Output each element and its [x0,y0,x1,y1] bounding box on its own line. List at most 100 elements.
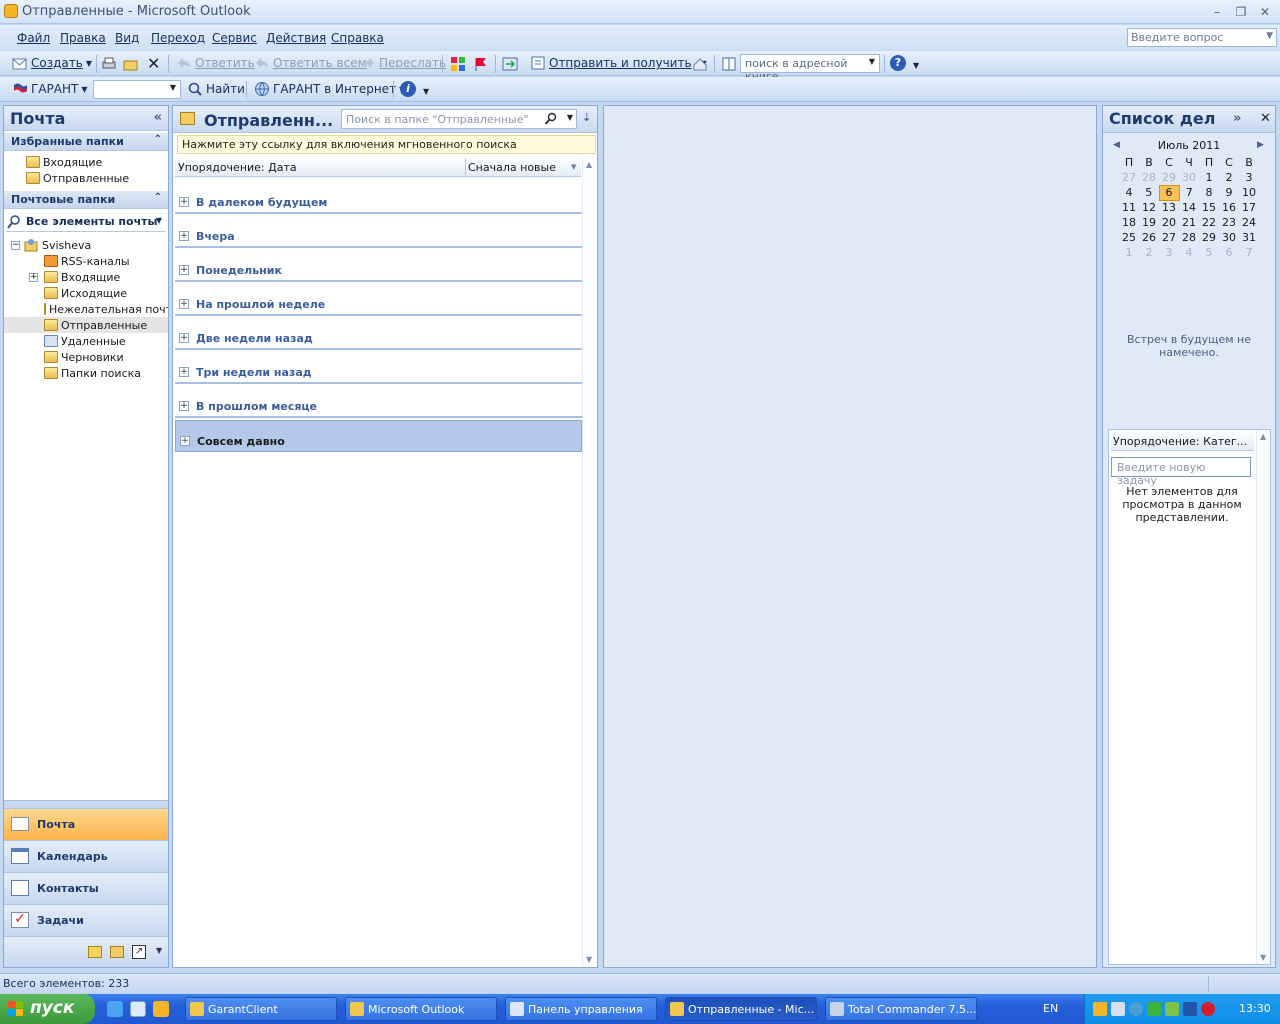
taskbar-item-control-panel[interactable]: Панель управления [505,997,657,1021]
expand-group-icon[interactable]: + [179,401,189,411]
send-receive-button[interactable]: Отправить и получить▼ [530,53,707,73]
favorite-inbox[interactable]: Входящие [26,154,102,170]
prev-month-icon[interactable]: ◀ [1113,140,1120,150]
toolbar-options-icon[interactable]: ▼ [913,61,919,70]
calendar-day[interactable]: 17 [1239,200,1259,215]
calendar-day[interactable]: 30 [1179,170,1199,185]
message-group[interactable]: + Совсем давно [175,420,582,452]
calendar-day[interactable]: 3 [1159,245,1179,260]
next-month-icon[interactable]: ▶ [1257,140,1264,150]
update-icon[interactable] [1165,1002,1179,1016]
calendar-day[interactable]: 3 [1239,170,1259,185]
address-book-search-input[interactable]: поиск в адресной книге▼ [740,54,880,83]
nav-button-tasks[interactable]: ✓ Задачи [4,904,168,936]
display-icon[interactable] [1183,1002,1197,1016]
folder-drafts[interactable]: Черновики [44,349,124,365]
calendar-day[interactable]: 5 [1139,185,1159,200]
folder-outbox[interactable]: Исходящие [44,285,127,301]
chevron-down-icon[interactable]: ▼ [170,83,176,92]
calendar-day[interactable]: 1 [1199,170,1219,185]
calendar-day[interactable]: 31 [1239,230,1259,245]
message-group[interactable]: + Вчера [175,216,582,248]
calendar-day[interactable]: 8 [1199,185,1219,200]
favorites-header[interactable]: Избранные папки ⌃ [4,133,168,151]
folder-junk[interactable]: Нежелательная почта [44,301,168,317]
volume-icon[interactable] [1111,1002,1125,1016]
ie-quicklaunch-icon[interactable] [107,1001,123,1017]
address-book-icon[interactable] [721,56,737,72]
expand-group-icon[interactable]: + [179,333,189,343]
forward-button[interactable]: Переслать [360,53,446,73]
expand-group-icon[interactable]: + [179,265,189,275]
menu-go[interactable]: Переход [151,31,205,45]
start-button[interactable]: пуск [0,994,95,1024]
menu-edit[interactable]: Правка [60,31,106,45]
garant-internet-button[interactable]: ГАРАНТ в Интернет▼ [254,79,405,99]
calendar-day[interactable]: 6 [1158,184,1180,201]
calendar-day[interactable]: 29 [1159,170,1179,185]
calendar-day[interactable]: 22 [1199,215,1219,230]
list-scrollbar[interactable]: ▲ ▼ [582,158,597,966]
toolbar-options-icon[interactable]: ▼ [423,87,429,96]
message-group[interactable]: + На прошлой неделе [175,284,582,316]
nav-splitter[interactable] [4,800,168,808]
task-scrollbar[interactable]: ▲ ▼ [1256,430,1270,964]
menu-actions[interactable]: Действия [266,31,326,45]
message-group[interactable]: + Понедельник [175,250,582,282]
calendar-day[interactable]: 30 [1219,230,1239,245]
folder-sent[interactable]: Отправленные [4,317,168,333]
message-group[interactable]: + Две недели назад [175,318,582,350]
expand-group-icon[interactable]: + [180,436,190,446]
menu-file[interactable]: Файл [17,31,50,45]
antivirus-icon[interactable] [1201,1002,1215,1016]
chevron-down-icon[interactable]: ▼ [869,57,875,66]
calendar-day[interactable]: 18 [1119,215,1139,230]
calendar-day[interactable]: 4 [1179,245,1199,260]
shortcuts-icon[interactable]: ↗ [132,945,146,959]
calendar-day[interactable]: 19 [1139,215,1159,230]
notes-icon[interactable] [88,946,102,958]
calendar-day[interactable]: 7 [1239,245,1259,260]
calendar-day[interactable]: 11 [1119,200,1139,215]
menu-tools[interactable]: Сервис [212,31,257,45]
garant-button[interactable]: ГАРАНТ ▼ [12,79,87,99]
collapse-pane-icon[interactable]: « [154,110,162,125]
taskbar-item-outlook[interactable]: Отправленные - Mic... [665,997,817,1021]
calendar-day[interactable]: 27 [1119,170,1139,185]
address-book-send-icon[interactable] [692,56,708,72]
collapse-todo-icon[interactable]: » [1233,111,1241,126]
outlook-quicklaunch-icon[interactable] [153,1001,169,1017]
calendar-day[interactable]: 1 [1119,245,1139,260]
network-icon[interactable] [1129,1002,1143,1016]
calendar-day[interactable]: 9 [1219,185,1239,200]
garant-search-input[interactable]: ▼ [93,80,181,99]
outlook-tray-icon[interactable] [1093,1002,1107,1016]
reply-all-button[interactable]: Ответить всем [254,53,367,73]
taskbar-item-total-commander[interactable]: Total Commander 7.5... [825,997,977,1021]
follow-up-flag-icon[interactable] [473,56,489,72]
create-button[interactable]: Создать ▼ [12,53,92,73]
ask-question-input[interactable]: Введите вопрос ▼ [1127,28,1277,47]
taskbar-item-outlook-folder[interactable]: Microsoft Outlook [345,997,497,1021]
calendar-day[interactable]: 24 [1239,215,1259,230]
folder-search[interactable]: Папки поиска [44,365,141,381]
collapse-section-icon[interactable]: ⌃ [154,134,162,145]
menu-view[interactable]: Вид [115,31,139,45]
sort-chevron-icon[interactable]: ▼ [571,163,576,171]
chevron-down-icon[interactable]: ▼ [156,216,162,225]
sort-order-newest[interactable]: Сначала новые [468,161,556,174]
chevron-down-icon[interactable]: ▼ [86,59,92,68]
calendar-day[interactable]: 13 [1159,200,1179,215]
calendar-day[interactable]: 29 [1199,230,1219,245]
delete-icon[interactable]: ✕ [147,54,160,73]
calendar-day[interactable]: 20 [1159,215,1179,230]
date-navigator[interactable]: ПВСЧПСВ 27 28 29 30 1 2 3 4 5 6 7 8 9 10 11 12 13 14 15 16 1… [1119,155,1260,260]
close-todo-icon[interactable]: ✕ [1260,111,1271,126]
expand-group-icon[interactable]: + [179,197,189,207]
message-group[interactable]: + В далеком будущем [175,182,582,214]
scroll-up-icon[interactable]: ▲ [1260,432,1266,441]
chevron-down-icon[interactable]: ▼ [567,113,573,122]
folder-rss[interactable]: RSS-каналы [44,253,130,269]
nav-button-mail[interactable]: Почта [4,808,168,840]
info-icon[interactable]: i [400,81,416,97]
